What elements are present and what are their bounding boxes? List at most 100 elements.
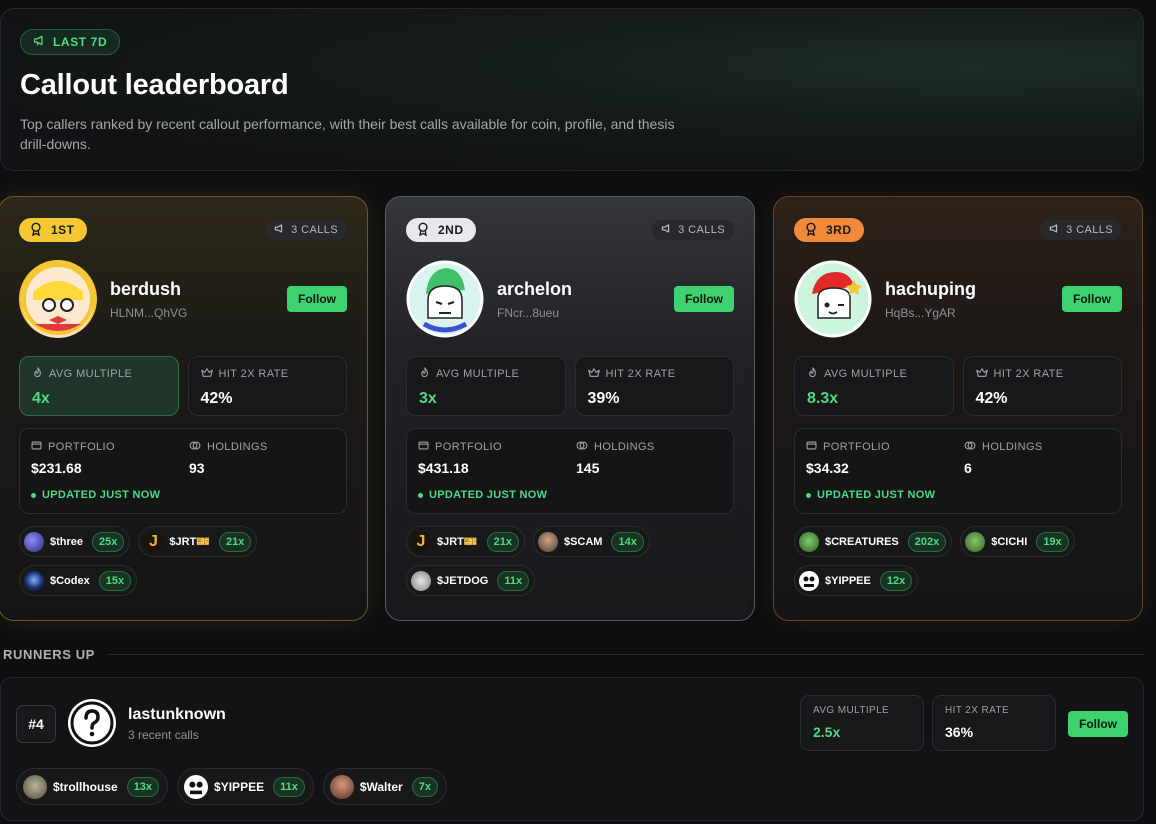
rank-badge: 1ST [19,218,87,242]
coin-avatar [184,774,209,799]
avatar[interactable] [406,260,484,338]
follow-button[interactable]: Follow [1068,711,1128,737]
status-dot [418,492,423,498]
coin-chip[interactable]: $JETDOG 11x [406,565,536,596]
portfolio-label: PORTFOLIO [435,441,502,453]
coin-avatar [799,570,819,591]
coin-multiple: 12x [879,570,913,591]
coin-chip[interactable]: $CICHI 19x [960,526,1075,557]
calls-count-badge: 3 CALLS [265,220,347,240]
coin-multiple: 25x [92,531,125,552]
avatar[interactable] [794,260,872,338]
time-range-label: LAST 7D [53,35,108,49]
coin-multiple: 15x [98,570,132,591]
calls-count-badge: 3 CALLS [1040,220,1122,240]
wallet-address: FNcr...8ueu [497,305,560,320]
caller-name[interactable]: berdush [110,279,287,300]
avg-multiple-value: 2.5x [813,724,841,740]
runners-up-heading: RUNNERS UP [3,647,95,662]
updated-status: UPDATED JUST NOW [31,489,160,501]
follow-button[interactable]: Follow [287,286,347,312]
caller-name[interactable]: archelon [497,279,674,300]
section-divider [108,654,1144,655]
coin-chip[interactable]: J $JRT🎫 21x [138,526,258,557]
coin-symbol: $three [50,535,84,548]
coin-avatar [537,531,558,552]
medal-icon [416,222,430,239]
avg-multiple-stat: AVG MULTIPLE 3x [406,356,566,416]
coin-multiple: 11x [273,776,305,797]
caller-name[interactable]: lastunknown [128,706,226,724]
portfolio-label: PORTFOLIO [48,441,115,453]
coin-multiple: 202x [907,531,947,552]
crown-icon [587,367,600,381]
coin-symbol: $YIPPEE [214,779,265,794]
avatar[interactable] [19,260,97,338]
hit-rate-value: 42% [975,390,1008,407]
coin-symbol: $SCAM [563,535,603,548]
coin-chip[interactable]: $three 25x [19,526,131,557]
portfolio-value: $231.68 [31,460,82,476]
runner-up-row[interactable]: #4 lastunknown 3 recent calls AVG MULTIP… [0,677,1144,821]
coin-chip[interactable]: $CREATURES 202x [794,526,953,557]
calls-count: 3 CALLS [1066,224,1113,236]
coin-symbol: $JETDOG [437,574,489,587]
podium-card-2nd[interactable]: 2ND 3 CALLS archelon FNcr...8ueu Follow … [385,196,755,621]
coin-chip[interactable]: $Codex 15x [19,565,138,596]
rank-label: 1ST [51,223,75,237]
podium-card-1st[interactable]: 1ST 3 CALLS berdush HLNM...QhVG Follow A… [0,196,368,621]
hit-rate-stat: HIT 2X RATE 42% [187,356,347,416]
wallet-address: HLNM...QhVG [110,305,188,320]
hit-rate-stat: HIT 2X RATE 36% [932,695,1056,751]
coin-symbol: $trollhouse [53,779,118,794]
holdings-label: HOLDINGS [982,441,1043,453]
coin-symbol: $YIPPEE [825,574,871,587]
avatar[interactable] [68,699,116,747]
calls-count-badge: 3 CALLS [652,220,734,240]
coin-multiple: 21x [219,531,252,552]
holdings-value: 145 [576,460,600,476]
coin-avatar [24,531,44,552]
coin-avatar: J [143,531,164,552]
coin-symbol: $Walter [359,779,403,794]
calls-count: 3 CALLS [678,224,725,236]
avg-multiple-value: 8.3x [807,390,839,407]
megaphone-icon [274,223,285,237]
rank-label: 2ND [438,223,464,237]
updated-label: UPDATED JUST NOW [429,489,548,501]
coins-icon [189,440,201,454]
coin-symbol: $CREATURES [825,535,899,548]
time-range-badge[interactable]: LAST 7D [20,29,121,55]
holdings-label: HOLDINGS [207,441,268,453]
coin-chip[interactable]: $SCAM 14x [532,526,650,557]
follow-button[interactable]: Follow [1062,286,1122,312]
coin-avatar [23,774,47,799]
coin-avatar [799,531,819,552]
avg-multiple-value: 4x [32,390,50,407]
caller-name[interactable]: hachuping [885,279,1062,300]
updated-label: UPDATED JUST NOW [817,489,936,501]
coin-chip[interactable]: $YIPPEE 12x [794,565,919,596]
page-description: Top callers ranked by recent callout per… [20,116,675,152]
coin-symbol: $Codex [50,574,90,587]
portfolio-value: $431.18 [418,460,469,476]
coin-symbol: $CICHI [991,535,1028,548]
podium-card-3rd[interactable]: 3RD 3 CALLS hachuping HqBs...YgAR Follow… [773,196,1143,621]
coin-chip[interactable]: $YIPPEE 11x [177,768,314,805]
coin-chip[interactable]: $Walter 7x [322,768,447,805]
coin-symbol: $JRT🎫 [169,536,210,548]
portfolio-label: PORTFOLIO [823,441,890,453]
follow-button[interactable]: Follow [674,286,734,312]
wallet-address: HqBs...YgAR [885,305,956,320]
stat-label: HIT 2X RATE [993,368,1064,380]
status-dot [31,492,36,498]
coin-chip[interactable]: $trollhouse 13x [16,768,169,805]
coin-symbol: $JRT🎫 [437,536,478,548]
coin-multiple: 7x [411,776,438,797]
avg-multiple-stat: AVG MULTIPLE 2.5x [800,695,924,751]
coin-chip[interactable]: J $JRT🎫 21x [406,526,525,557]
hit-rate-value: 36% [945,724,974,740]
hit-rate-value: 42% [200,390,233,407]
updated-status: UPDATED JUST NOW [418,489,547,501]
coin-multiple: 21x [486,531,519,552]
